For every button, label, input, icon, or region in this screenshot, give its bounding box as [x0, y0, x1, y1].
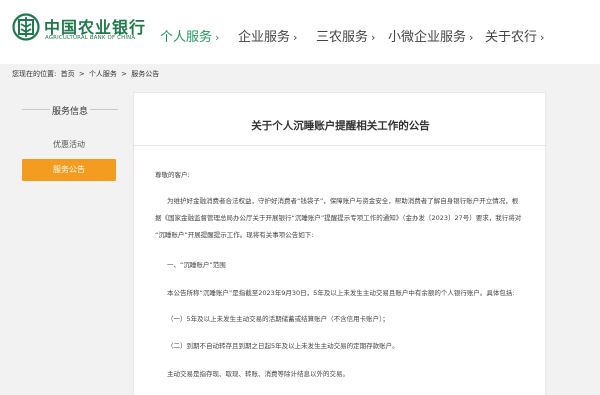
divider [134, 145, 547, 146]
breadcrumb-separator: > [121, 70, 128, 78]
breadcrumb: 您现在的位置: 首页 > 个人服务 > 服务公告 [12, 69, 161, 79]
bank-name-en: AGRICULTURAL BANK OF CHINA [45, 35, 136, 41]
chevron-right-icon: › [215, 31, 220, 44]
nav-item-corporate[interactable]: 企业服务 › [238, 26, 297, 45]
nav-item-about[interactable]: 关于农行 › [485, 26, 544, 45]
breadcrumb-current: 服务公告 [131, 70, 160, 78]
chevron-right-icon: › [469, 31, 474, 44]
abc-emblem-icon [12, 13, 40, 41]
breadcrumb-separator: > [78, 70, 85, 78]
article-paragraph: “沉睡账户”开展提醒提示工作。现将有关事项公告如下: [155, 231, 314, 239]
article-list-item: （二）到期不自动转存且到期之日起5年及以上未发生主动交易的定期存款账户。 [167, 342, 399, 350]
nav-item-personal[interactable]: 个人服务 › [160, 26, 219, 45]
breadcrumb-personal[interactable]: 个人服务 [89, 70, 117, 78]
site-header: 中国农业银行 AGRICULTURAL BANK OF CHINA 个人服务 › … [0, 0, 600, 64]
sidebar-title: 服务信息 [51, 107, 88, 117]
article-paragraph: 为维护好金融消费者合法权益，守护好消费者“钱袋子”，保障账户与资金安全，帮助消费… [167, 197, 519, 205]
nav-item-rural[interactable]: 三农服务 › [316, 26, 375, 45]
article-paragraph: 主动交易是指存现、取现、转账、消费等除计结息以外的交易。 [167, 370, 349, 378]
article-paragraph: 据《国家金融监督管理总局办公厅关于开展银行“沉睡账户”提醒提示专项工作的通知》（… [155, 214, 522, 222]
chevron-right-icon: › [371, 31, 376, 44]
bank-logo[interactable]: 中国农业银行 AGRICULTURAL BANK OF CHINA [12, 12, 145, 46]
article-paragraph: 本公告所称“沉睡账户”是指截至2023年9月30日，5年及以上未发生主动交易且账… [167, 289, 515, 297]
article-greeting: 尊敬的客户: [155, 171, 190, 179]
chevron-right-icon: › [540, 31, 545, 44]
article-panel: 关于个人沉睡账户提醒相关工作的公告 尊敬的客户: 为维护好金融消费者合法权益，守… [133, 92, 547, 395]
article-list-item: （一）5年及以上未发生主动交易的活期储蓄或结算账户（不含信用卡账户）； [167, 315, 389, 323]
sidebar-item-promotions[interactable]: 优惠活动 [22, 134, 116, 156]
breadcrumb-home[interactable]: 首页 [61, 70, 75, 78]
article-section-heading: 一、“沉睡账户”范围 [167, 261, 226, 269]
breadcrumb-prefix: 您现在的位置: [12, 70, 57, 78]
sidebar-item-service-notices[interactable]: 服务公告 [22, 159, 116, 181]
divider [90, 109, 118, 110]
article-title: 关于个人沉睡账户提醒相关工作的公告 [251, 120, 430, 132]
chevron-right-icon: › [293, 31, 298, 44]
nav-item-small-business[interactable]: 小微企业服务 › [388, 26, 473, 45]
